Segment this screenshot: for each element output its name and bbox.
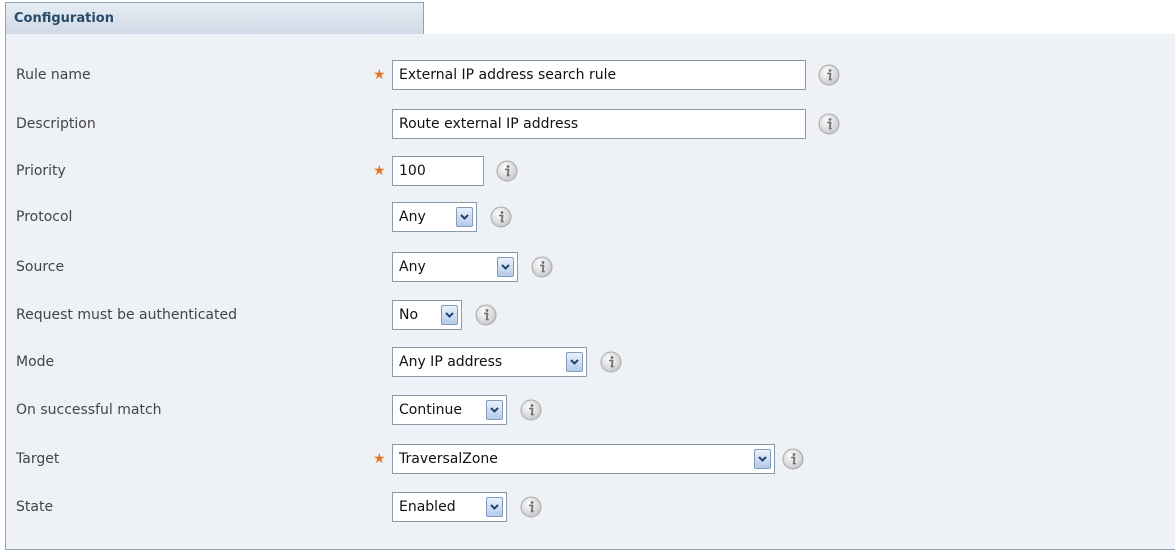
source-label: Source [16, 259, 65, 275]
chevron-down-icon [497, 257, 514, 277]
info-icon[interactable] [496, 160, 518, 182]
priority-label: Priority [16, 163, 66, 179]
rule-name-input[interactable] [392, 60, 806, 90]
info-icon[interactable] [475, 304, 497, 326]
state-selected-value: Enabled [399, 499, 456, 515]
target-label: Target [16, 451, 60, 467]
info-icon[interactable] [531, 256, 553, 278]
mode-select[interactable]: Any IP address [392, 347, 587, 377]
description-input[interactable] [392, 109, 806, 139]
chevron-down-icon [441, 305, 458, 325]
protocol-select[interactable]: Any [392, 202, 477, 232]
state-select[interactable]: Enabled [392, 492, 507, 522]
row-mode: Mode Any IP address [0, 342, 1175, 382]
row-description: Description [0, 104, 1175, 144]
row-priority: Priority ★ [0, 151, 1175, 191]
chevron-down-icon [456, 207, 473, 227]
chevron-down-icon [566, 352, 583, 372]
required-star-icon: ★ [373, 451, 386, 467]
priority-input[interactable] [392, 156, 484, 186]
protocol-selected-value: Any [399, 209, 426, 225]
chevron-down-icon [486, 400, 503, 420]
source-selected-value: Any [399, 259, 426, 275]
required-star-icon: ★ [373, 163, 386, 179]
row-target: Target ★ TraversalZone [0, 439, 1175, 479]
row-source: Source Any [0, 247, 1175, 287]
chevron-down-icon [754, 449, 771, 469]
row-on-match: On successful match Continue [0, 390, 1175, 430]
info-icon[interactable] [782, 448, 804, 470]
mode-selected-value: Any IP address [399, 354, 503, 370]
info-icon[interactable] [490, 206, 512, 228]
info-icon[interactable] [818, 64, 840, 86]
description-label: Description [16, 116, 96, 132]
info-icon[interactable] [520, 496, 542, 518]
info-icon[interactable] [600, 351, 622, 373]
on-match-select[interactable]: Continue [392, 395, 507, 425]
on-match-selected-value: Continue [399, 402, 462, 418]
target-selected-value: TraversalZone [399, 451, 498, 467]
info-icon[interactable] [818, 113, 840, 135]
info-icon[interactable] [520, 399, 542, 421]
target-select[interactable]: TraversalZone [392, 444, 775, 474]
chevron-down-icon [486, 497, 503, 517]
mode-label: Mode [16, 354, 55, 370]
row-protocol: Protocol Any [0, 197, 1175, 237]
rule-name-label: Rule name [16, 67, 91, 83]
protocol-label: Protocol [16, 209, 73, 225]
authenticated-selected-value: No [399, 307, 419, 323]
required-star-icon: ★ [373, 67, 386, 83]
row-state: State Enabled [0, 487, 1175, 527]
row-authenticated: Request must be authenticated No [0, 295, 1175, 335]
configuration-panel: Configuration Rule name ★ Description Pr… [0, 0, 1175, 550]
authenticated-label: Request must be authenticated [16, 307, 237, 323]
source-select[interactable]: Any [392, 252, 518, 282]
authenticated-select[interactable]: No [392, 300, 462, 330]
on-match-label: On successful match [16, 402, 162, 418]
panel-title: Configuration [5, 2, 424, 34]
row-rule-name: Rule name ★ [0, 55, 1175, 95]
state-label: State [16, 499, 54, 515]
